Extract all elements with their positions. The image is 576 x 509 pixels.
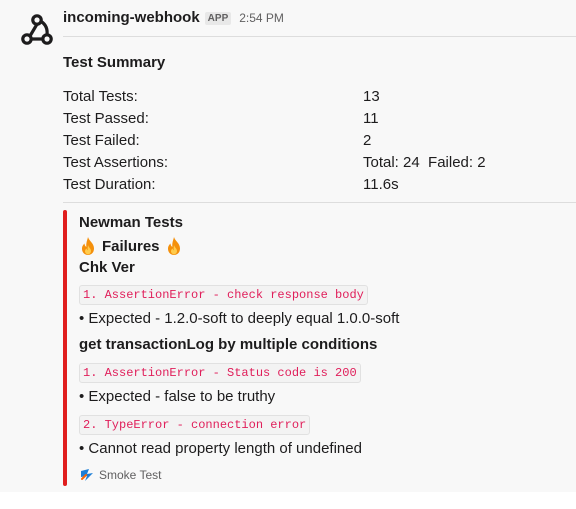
summary-row: Test Failed: 2 [63, 130, 563, 152]
postman-icon [81, 469, 93, 481]
failures-label: Failures [102, 237, 160, 255]
attachment-footer: Smoke Test [79, 467, 161, 483]
test-group-name: get transactionLog by multiple condition… [79, 336, 378, 353]
fire-icon [82, 237, 94, 255]
attachment-title: Newman Tests [79, 214, 183, 231]
summary-label: Test Passed: [63, 110, 149, 127]
attachment-color-bar [63, 210, 67, 486]
slack-channel-view: incoming-webhook APP 2:54 PM Test Summar… [0, 0, 576, 509]
summary-table: Total Tests: 13 Test Passed: 11 Test Fai… [63, 86, 563, 196]
sender-name[interactable]: incoming-webhook [63, 9, 200, 26]
summary-value: 11 [363, 110, 379, 127]
header-divider [63, 36, 576, 37]
test-group-name: Chk Ver [79, 259, 135, 276]
summary-value: 2 [363, 132, 372, 149]
message-header: incoming-webhook APP 2:54 PM [63, 9, 284, 29]
summary-value: Total: 24 Failed: 2 [363, 154, 486, 171]
app-badge: APP [204, 12, 232, 25]
fire-icon [167, 237, 180, 255]
footer-text: Smoke Test [99, 468, 162, 482]
summary-value: 13 [363, 88, 380, 105]
error-code: 1. AssertionError - Status code is 200 [79, 363, 361, 383]
summary-label: Total Tests: [63, 88, 138, 105]
error-detail: • Expected - false to be truthy [79, 388, 276, 405]
summary-label: Test Assertions: [63, 154, 169, 171]
summary-row: Test Assertions: Total: 24 Failed: 2 [63, 152, 563, 174]
summary-row: Test Passed: 11 [63, 108, 563, 130]
error-code: 2. TypeError - connection error [79, 415, 311, 435]
summary-divider [63, 202, 576, 203]
error-detail: • Expected - 1.2.0-soft to deeply equal … [79, 310, 400, 327]
summary-row: Total Tests: 13 [63, 86, 563, 108]
summary-label: Test Failed: [63, 132, 140, 149]
summary-label: Test Duration: [63, 176, 156, 193]
error-detail: • Cannot read property length of undefin… [79, 440, 362, 457]
webhook-message[interactable]: incoming-webhook APP 2:54 PM Test Summar… [0, 0, 576, 492]
error-code: 1. AssertionError - check response body [79, 285, 368, 305]
message-timestamp[interactable]: 2:54 PM [239, 11, 284, 25]
summary-title: Test Summary [63, 54, 166, 71]
webhook-icon[interactable] [19, 12, 55, 48]
summary-row: Test Duration: 11.6s [63, 174, 563, 196]
summary-value: 11.6s [363, 176, 399, 193]
failures-heading: Failures [79, 236, 183, 256]
